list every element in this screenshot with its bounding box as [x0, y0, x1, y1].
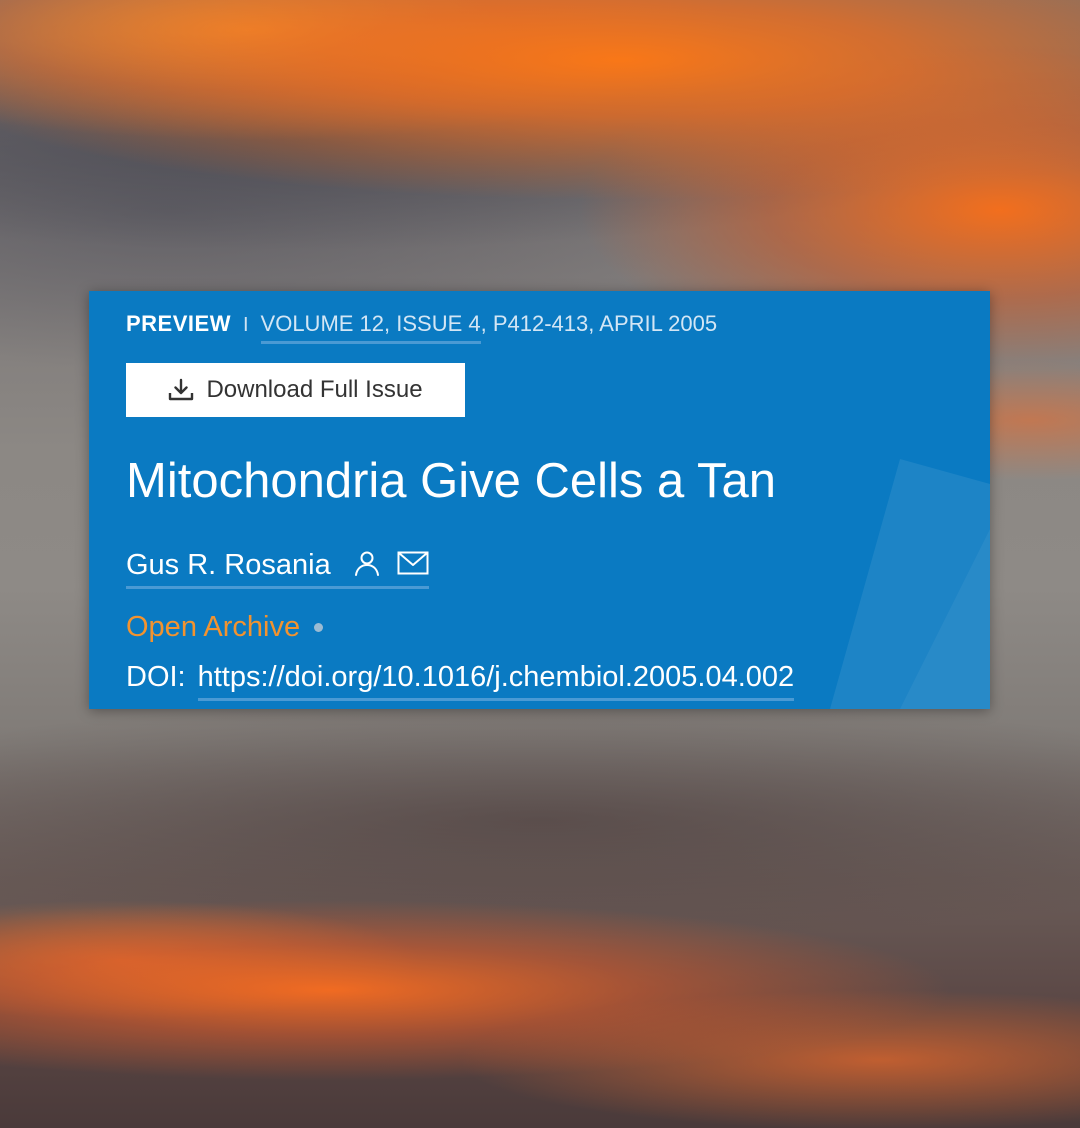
pages-date: , P412-413, APRIL 2005 — [480, 311, 718, 336]
volume-issue-link[interactable]: VOLUME 12, ISSUE 4 — [260, 311, 481, 344]
author-name-link[interactable]: Gus R. Rosania — [126, 549, 331, 582]
open-archive-label: Open Archive — [126, 611, 301, 643]
author-icons — [353, 549, 429, 582]
access-row: Open Archive — [126, 611, 324, 644]
separator-dot — [314, 623, 324, 632]
article-title: Mitochondria Give Cells a Tan — [126, 454, 777, 508]
person-icon[interactable] — [353, 549, 381, 582]
author-row: Gus R. Rosania — [126, 549, 429, 589]
mail-icon[interactable] — [397, 551, 429, 580]
doi-row: DOI: https://doi.org/10.1016/j.chembiol.… — [126, 661, 795, 701]
doi-label: DOI: — [126, 661, 186, 693]
download-button-label: Download Full Issue — [206, 376, 423, 403]
article-meta: PREVIEW I VOLUME 12, ISSUE 4 , P412-413,… — [126, 311, 717, 344]
preview-label: PREVIEW — [126, 311, 231, 336]
download-icon — [168, 378, 194, 402]
doi-link[interactable]: https://doi.org/10.1016/j.chembiol.2005.… — [197, 661, 795, 701]
download-full-issue-button[interactable]: Download Full Issue — [126, 363, 465, 417]
article-card: PREVIEW I VOLUME 12, ISSUE 4 , P412-413,… — [89, 291, 990, 709]
meta-separator: I — [242, 314, 249, 336]
